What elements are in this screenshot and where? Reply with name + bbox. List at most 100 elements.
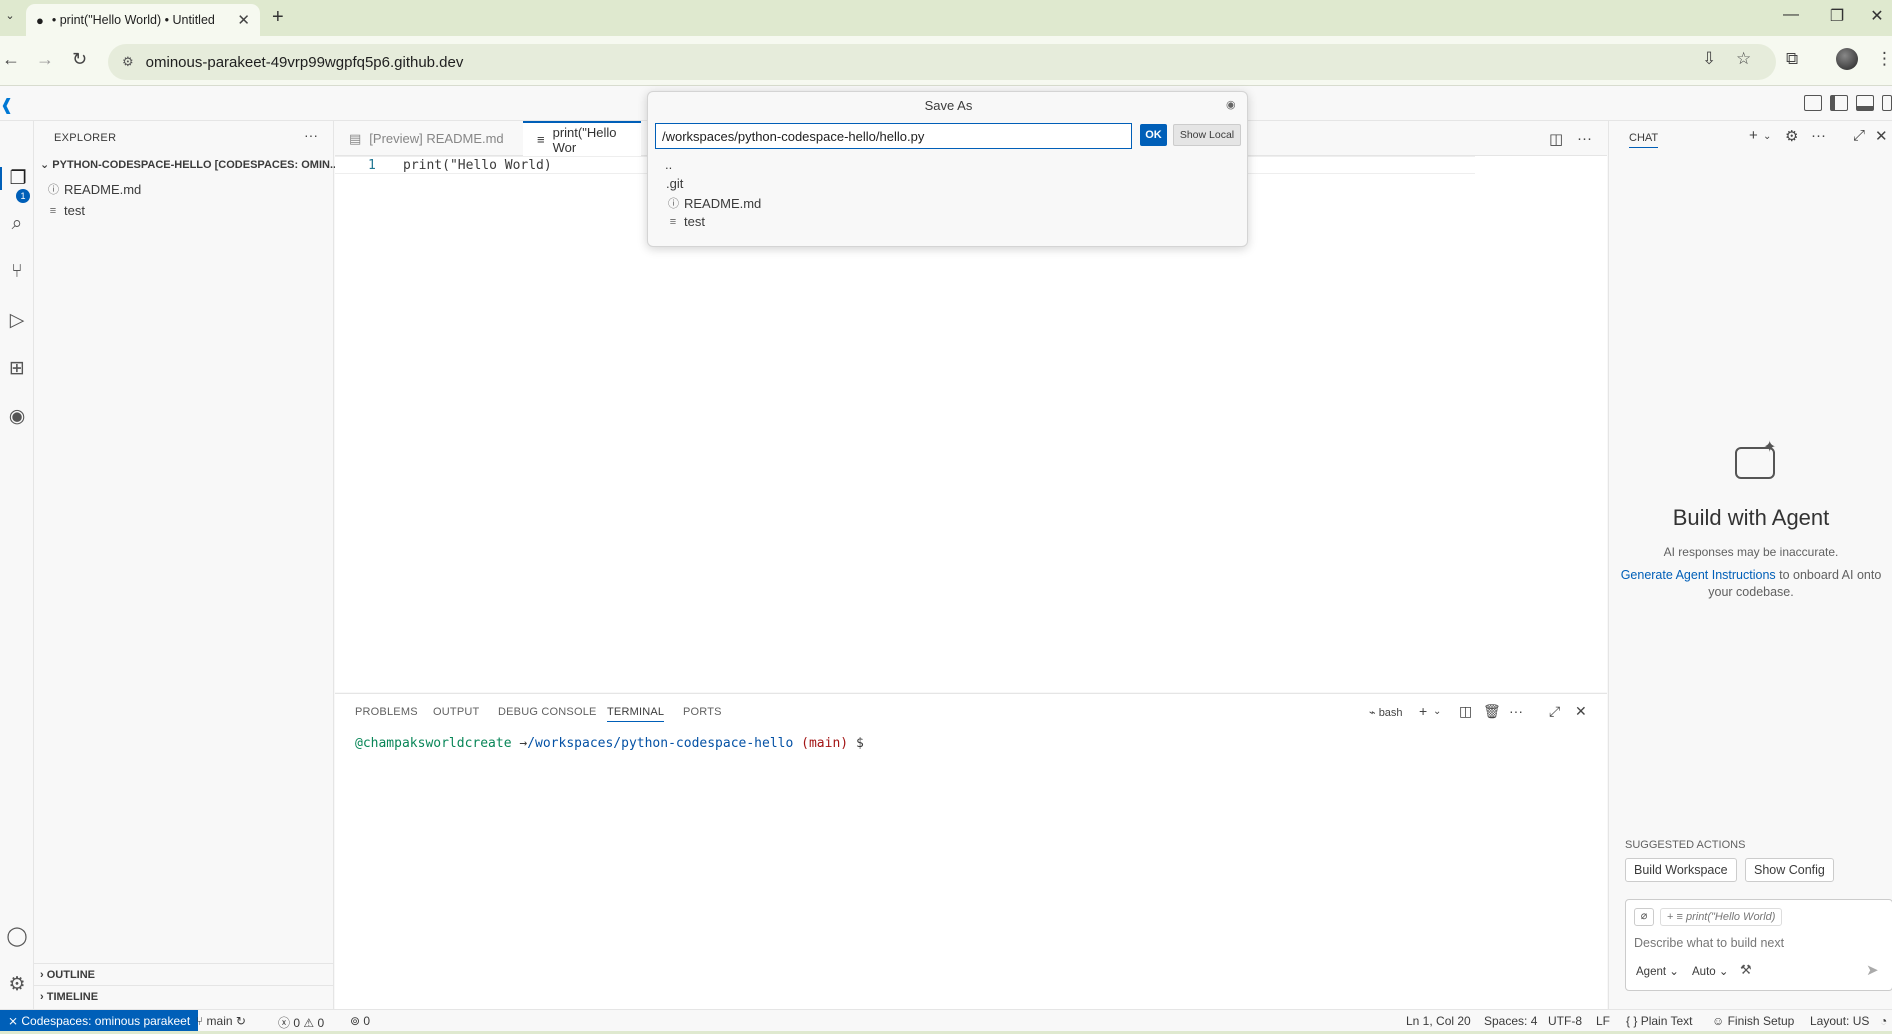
- terminal-shell-selector[interactable]: ⌁ bash: [1369, 706, 1403, 719]
- tab-close-icon[interactable]: ✕: [237, 11, 250, 29]
- terminal-arrow: →: [511, 736, 528, 751]
- show-local-button[interactable]: Show Local: [1173, 124, 1241, 146]
- language-label: Plain Text: [1640, 1014, 1693, 1028]
- tab-debug-console[interactable]: DEBUG CONSOLE: [498, 706, 597, 718]
- browser-tab[interactable]: ● • print("Hello World) • Untitled ✕: [26, 4, 260, 36]
- timeline-section[interactable]: › TIMELINE: [40, 991, 98, 1003]
- back-arrow-icon[interactable]: ←: [2, 49, 20, 70]
- install-app-icon[interactable]: ⇩: [1702, 49, 1716, 69]
- finish-setup[interactable]: ☺ Finish Setup: [1712, 1014, 1794, 1028]
- search-icon[interactable]: ⌕: [0, 213, 34, 235]
- ok-button[interactable]: OK: [1140, 124, 1167, 146]
- minimize-icon[interactable]: —: [1776, 6, 1806, 24]
- chat-settings-gear-icon[interactable]: ⚙: [1785, 127, 1798, 145]
- editor-more-icon[interactable]: ···: [1577, 130, 1592, 147]
- file-item-readme[interactable]: ⓘ README.md: [48, 181, 141, 197]
- tab-terminal[interactable]: TERMINAL: [607, 706, 665, 722]
- restore-icon[interactable]: ❐: [1822, 6, 1852, 26]
- generate-instructions-link[interactable]: Generate Agent Instructions: [1621, 568, 1776, 582]
- explorer-icon[interactable]: ❐ 1: [0, 167, 34, 203]
- encoding[interactable]: UTF-8: [1548, 1014, 1582, 1028]
- browser-menu-icon[interactable]: ⋮: [1876, 49, 1892, 69]
- notifications-bell-icon[interactable]: ◔: [1880, 1014, 1887, 1028]
- customize-layout-icon[interactable]: [1804, 95, 1822, 111]
- profile-avatar[interactable]: [1836, 48, 1858, 70]
- end-of-line[interactable]: LF: [1596, 1014, 1610, 1028]
- toggle-secondary-sidebar-icon[interactable]: [1882, 95, 1892, 111]
- split-editor-icon[interactable]: ◫: [1549, 130, 1563, 148]
- save-path-input[interactable]: [655, 123, 1132, 149]
- more-actions-icon[interactable]: ···: [304, 127, 318, 143]
- reload-icon[interactable]: ↻: [72, 49, 87, 70]
- code-line[interactable]: print("Hello World): [403, 158, 552, 173]
- language-mode[interactable]: { } Plain Text: [1626, 1014, 1693, 1028]
- error-icon: ⓧ: [278, 1016, 294, 1030]
- tools-icon[interactable]: ⚒: [1740, 962, 1752, 978]
- model-label: Auto: [1692, 966, 1716, 978]
- list-item-test[interactable]: ≡ test: [668, 214, 705, 229]
- extensions-icon[interactable]: ⧉: [1786, 49, 1798, 69]
- tab-ports[interactable]: PORTS: [683, 706, 722, 718]
- list-item-readme[interactable]: ⓘ README.md: [668, 195, 761, 211]
- chevron-down-icon[interactable]: ⌄: [1433, 706, 1441, 717]
- new-terminal-icon[interactable]: +: [1419, 703, 1427, 719]
- new-chat-icon[interactable]: +: [1749, 127, 1758, 144]
- sync-icon[interactable]: ↻: [236, 1014, 246, 1028]
- indentation[interactable]: Spaces: 4: [1484, 1014, 1537, 1028]
- tab-output[interactable]: OUTPUT: [433, 706, 479, 718]
- file-item-test[interactable]: ≡ test: [48, 203, 85, 218]
- chat-input-box[interactable]: ⌀ + ≡ print("Hello World) Describe what …: [1625, 899, 1892, 991]
- run-debug-icon[interactable]: ▷: [0, 309, 34, 332]
- site-info-icon[interactable]: ⚙: [122, 54, 134, 70]
- split-terminal-icon[interactable]: ◫: [1459, 703, 1472, 720]
- show-config-button[interactable]: Show Config: [1745, 858, 1834, 882]
- maximize-panel-icon[interactable]: ⤢: [1549, 703, 1560, 720]
- toggle-panel-icon[interactable]: [1856, 95, 1874, 111]
- cursor-position[interactable]: Ln 1, Col 20: [1406, 1014, 1471, 1028]
- extensions-view-icon[interactable]: ⊞: [0, 357, 34, 380]
- bookmark-star-icon[interactable]: ☆: [1736, 49, 1751, 69]
- list-item-git[interactable]: .git: [666, 176, 683, 191]
- attach-paperclip-icon[interactable]: ⌀: [1634, 908, 1654, 926]
- context-file-chip[interactable]: + ≡ print("Hello World): [1660, 908, 1783, 926]
- item-label: test: [684, 214, 705, 229]
- tab-readme-preview[interactable]: ▤ [Preview] README.md: [335, 121, 523, 156]
- chevron-down-icon[interactable]: ⌄: [1763, 131, 1771, 142]
- source-control-icon[interactable]: ⑂: [0, 261, 34, 283]
- workspace-root-folder[interactable]: ⌄ PYTHON-CODESPACE-HELLO [CODESPACES: OM…: [40, 158, 339, 171]
- terminal-output[interactable]: @champaksworldcreate →/workspaces/python…: [355, 736, 864, 751]
- toggle-primary-sidebar-icon[interactable]: [1830, 95, 1848, 111]
- new-tab-button[interactable]: +: [272, 6, 284, 29]
- close-panel-icon[interactable]: ✕: [1575, 703, 1587, 720]
- model-dropdown[interactable]: Auto ⌄: [1692, 964, 1729, 978]
- build-workspace-button[interactable]: Build Workspace: [1625, 858, 1737, 882]
- window-close-icon[interactable]: ✕: [1862, 6, 1892, 26]
- chat-more-icon[interactable]: ···: [1811, 127, 1826, 144]
- close-chat-icon[interactable]: ✕: [1875, 127, 1888, 145]
- branch-indicator[interactable]: ⑂ main ↻: [196, 1014, 246, 1028]
- remote-indicator[interactable]: ⨯ Codespaces: ominous parakeet: [0, 1010, 199, 1032]
- list-item-parent[interactable]: ..: [665, 157, 672, 172]
- visibility-eye-icon[interactable]: ◉: [1226, 98, 1236, 111]
- tab-problems[interactable]: PROBLEMS: [355, 706, 418, 718]
- address-bar[interactable]: ⚙ ominous-parakeet-49vrp99wgpfq5p6.githu…: [108, 44, 1776, 80]
- forward-arrow-icon[interactable]: →: [36, 49, 54, 70]
- outline-label: OUTLINE: [46, 969, 96, 981]
- maximize-chat-icon[interactable]: ⤢: [1853, 127, 1865, 144]
- send-icon[interactable]: ➤: [1866, 961, 1879, 979]
- accounts-icon[interactable]: ◯: [0, 925, 34, 948]
- manage-gear-icon[interactable]: ⚙: [0, 973, 34, 996]
- browser-tab-title: • print("Hello World) • Untitled: [51, 13, 215, 27]
- keyboard-layout[interactable]: Layout: US: [1810, 1014, 1869, 1028]
- tab-list-chevron-icon[interactable]: ⌄: [2, 9, 18, 25]
- trash-icon[interactable]: 🗑: [1483, 703, 1501, 720]
- chat-input-placeholder[interactable]: Describe what to build next: [1634, 936, 1784, 950]
- panel-more-icon[interactable]: ···: [1509, 703, 1523, 719]
- problems-indicator[interactable]: ⓧ 0 ⚠ 0: [278, 1014, 324, 1031]
- outline-section[interactable]: › OUTLINE: [40, 969, 95, 981]
- github-view-icon[interactable]: ◉: [0, 405, 34, 428]
- agent-mode-dropdown[interactable]: Agent ⌄: [1636, 964, 1679, 978]
- ports-indicator[interactable]: ⊚ 0: [350, 1014, 370, 1028]
- tab-untitled[interactable]: ≡ print("Hello Wor: [523, 121, 641, 156]
- vscode-logo-icon[interactable]: ❰: [0, 95, 14, 114]
